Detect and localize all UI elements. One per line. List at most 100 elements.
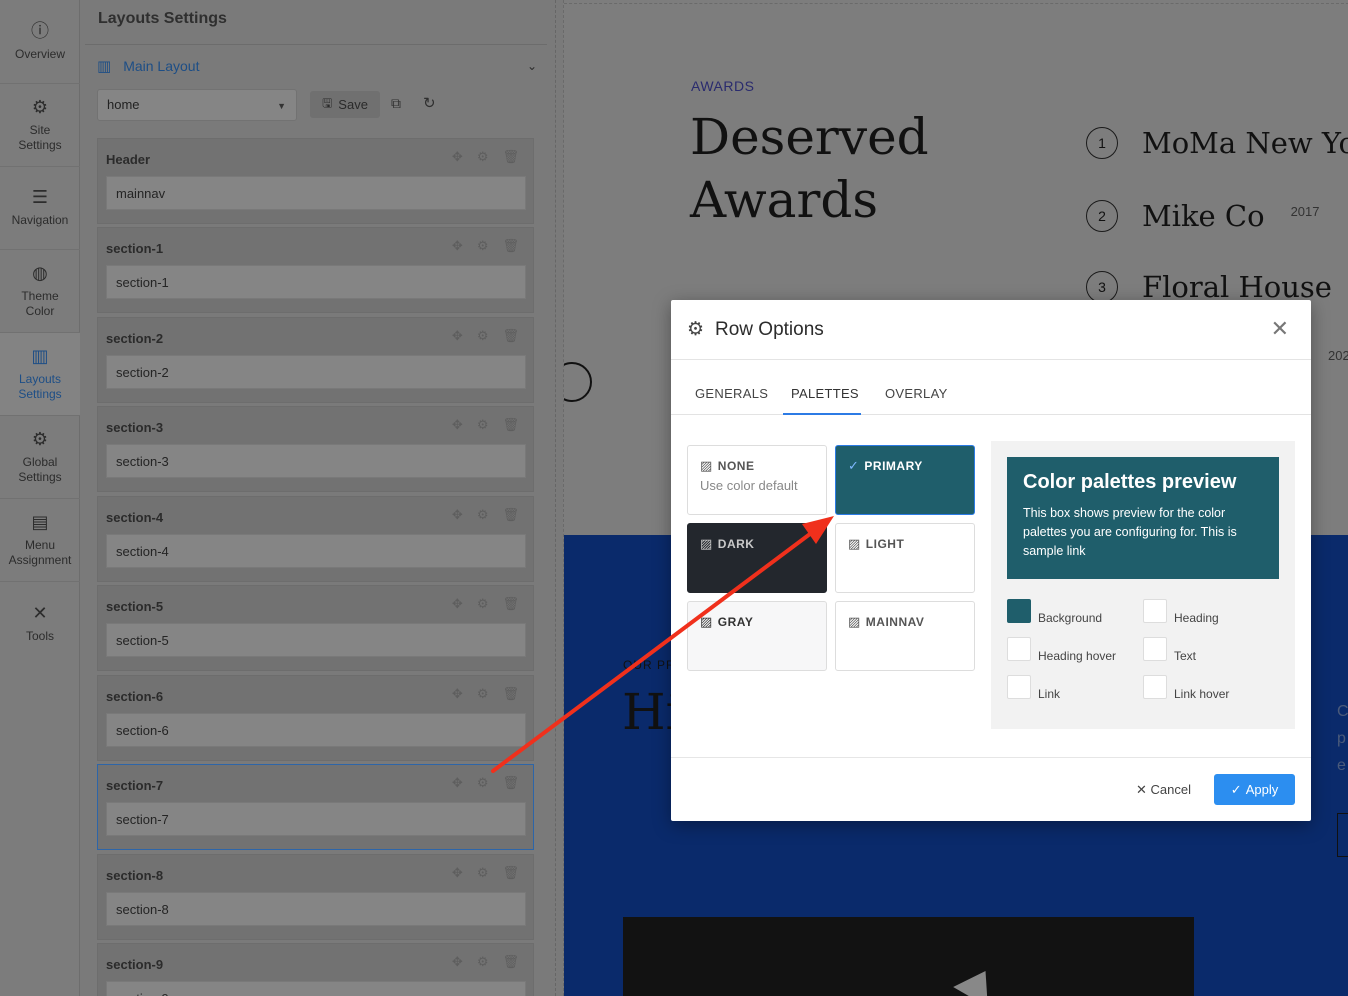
layout-select[interactable]: home ▼ [97, 89, 297, 121]
palette-option-mainnav[interactable]: ▨ MAINNAV [835, 601, 975, 671]
layout-section[interactable]: section-6 ✥ ⚙ 🗑 section-6 [97, 675, 534, 761]
gear-icon[interactable]: ⚙ [477, 328, 489, 344]
layout-section[interactable]: section-4 ✥ ⚙ 🗑 section-4 [97, 496, 534, 582]
move-icon[interactable]: ✥ [452, 417, 463, 433]
swatch-link-hover[interactable]: Link hover [1143, 675, 1229, 701]
move-icon[interactable]: ✥ [452, 238, 463, 254]
section-row-content[interactable]: section-2 [106, 355, 526, 389]
gear-icon[interactable]: ⚙ [477, 149, 489, 165]
outline-button[interactable] [1337, 813, 1348, 857]
section-row-content[interactable]: section-7 [106, 802, 526, 836]
color-swatch[interactable] [1143, 675, 1167, 699]
sidebar-item-global-settings[interactable]: ⚙ Global Settings [0, 416, 80, 499]
move-icon[interactable]: ✥ [452, 865, 463, 881]
swatch-link[interactable]: Link [1007, 675, 1061, 701]
cancel-button-label: Cancel [1150, 782, 1191, 797]
swatch-text[interactable]: Text [1143, 637, 1196, 663]
gear-icon[interactable]: ⚙ [477, 954, 489, 970]
move-icon[interactable]: ✥ [452, 328, 463, 344]
color-swatch[interactable] [1143, 599, 1167, 623]
close-icon[interactable]: ✕ [1271, 318, 1289, 340]
sidebar-item-navigation[interactable]: ☰ Navigation [0, 167, 80, 250]
layout-section[interactable]: section-8 ✥ ⚙ 🗑 section-8 [97, 854, 534, 940]
sidebar-item-layouts-settings[interactable]: ▥ Layouts Settings [0, 333, 80, 416]
gear-icon[interactable]: ⚙ [477, 686, 489, 702]
tab-generals[interactable]: GENERALS [695, 386, 768, 401]
trash-icon[interactable]: 🗑 [502, 417, 519, 433]
sidebar-item-overview[interactable]: ⓘ Overview [0, 0, 80, 84]
section-row-content[interactable]: section-3 [106, 444, 526, 478]
preview-heading: Color palettes preview [1023, 471, 1237, 493]
divider [564, 3, 1348, 4]
swatch-heading[interactable]: Heading [1143, 599, 1219, 625]
trash-icon[interactable]: 🗑 [502, 596, 519, 612]
trash-icon[interactable]: 🗑 [502, 328, 519, 344]
layout-section[interactable]: section-3 ✥ ⚙ 🗑 section-3 [97, 406, 534, 492]
section-row-content[interactable]: section-4 [106, 534, 526, 568]
sidebar-item-menu-assignment[interactable]: ▤ Menu Assignment [0, 499, 80, 582]
gear-icon[interactable]: ⚙ [477, 507, 489, 523]
trash-icon[interactable]: 🗑 [502, 775, 519, 791]
trash-icon[interactable]: 🗑 [502, 507, 519, 523]
gear-icon[interactable]: ⚙ [477, 417, 489, 433]
color-swatch[interactable] [1007, 599, 1031, 623]
tab-palettes[interactable]: PALETTES [791, 386, 859, 401]
layout-section-selected[interactable]: section-7 ✥ ⚙ 🗑 section-7 [97, 764, 534, 850]
section-body-text: C p e [1337, 698, 1348, 779]
layout-accordion-header[interactable]: ▥ Main Layout ⌄ [97, 56, 537, 76]
move-icon[interactable]: ✥ [452, 507, 463, 523]
color-swatch[interactable] [1007, 675, 1031, 699]
sidebar-item-label: Navigation [11, 213, 69, 227]
section-image [623, 917, 1194, 996]
trash-icon[interactable]: 🗑 [502, 149, 519, 165]
gear-icon[interactable]: ⚙ [477, 596, 489, 612]
palette-option-dark[interactable]: ▨ DARK [687, 523, 827, 593]
palette-name: LIGHT [865, 537, 905, 551]
palette-description: Use color default [700, 478, 798, 493]
palette-option-primary[interactable]: ✓ PRIMARY [835, 445, 975, 515]
gear-icon[interactable]: ⚙ [477, 865, 489, 881]
awards-heading: Deserved Awards [690, 106, 990, 232]
gear-icon[interactable]: ⚙ [477, 775, 489, 791]
copy-icon[interactable]: ⧉ [391, 95, 401, 112]
layout-section[interactable]: section-2 ✥ ⚙ 🗑 section-2 [97, 317, 534, 403]
section-row-content[interactable]: section-9 [106, 981, 526, 996]
trash-icon[interactable]: 🗑 [502, 686, 519, 702]
layout-section-header[interactable]: Header ✥ ⚙ 🗑 mainnav [97, 138, 534, 224]
move-icon[interactable]: ✥ [452, 149, 463, 165]
trash-icon[interactable]: 🗑 [502, 865, 519, 881]
apply-button[interactable]: ✓ Apply [1214, 774, 1295, 805]
save-button[interactable]: 🖫 Save [310, 91, 380, 118]
section-row-content[interactable]: section-8 [106, 892, 526, 926]
trash-icon[interactable]: 🗑 [502, 954, 519, 970]
move-icon[interactable]: ✥ [452, 596, 463, 612]
layout-section[interactable]: section-1 ✥ ⚙ 🗑 section-1 [97, 227, 534, 313]
color-swatch[interactable] [1007, 637, 1031, 661]
move-icon[interactable]: ✥ [452, 775, 463, 791]
tab-overlay[interactable]: OVERLAY [885, 386, 948, 401]
palette-option-none[interactable]: ▨ NONE Use color default [687, 445, 827, 515]
swatch-label: Link [1038, 687, 1061, 701]
section-row-content[interactable]: section-6 [106, 713, 526, 747]
move-icon[interactable]: ✥ [452, 686, 463, 702]
modal-tabs: GENERALS PALETTES OVERLAY [671, 360, 1311, 415]
move-icon[interactable]: ✥ [452, 954, 463, 970]
sidebar-item-site-settings[interactable]: ⚙ Site Settings [0, 84, 80, 167]
section-row-content[interactable]: section-5 [106, 623, 526, 657]
color-swatch[interactable] [1143, 637, 1167, 661]
refresh-icon[interactable]: ↻ [423, 94, 436, 112]
sidebar-item-theme-color[interactable]: ◍ Theme Color [0, 250, 80, 333]
swatch-heading-hover[interactable]: Heading hover [1007, 637, 1116, 663]
layout-section[interactable]: section-5 ✥ ⚙ 🗑 section-5 [97, 585, 534, 671]
layout-section[interactable]: section-9 ✥ ⚙ 🗑 section-9 [97, 943, 534, 996]
cancel-button[interactable]: ✕ Cancel [1136, 782, 1191, 798]
section-row-content[interactable]: mainnav [106, 176, 526, 210]
palette-option-gray[interactable]: ▨ GRAY [687, 601, 827, 671]
section-row-content[interactable]: section-1 [106, 265, 526, 299]
gear-icon[interactable]: ⚙ [477, 238, 489, 254]
trash-icon[interactable]: 🗑 [502, 238, 519, 254]
swatch-background[interactable]: Background [1007, 599, 1102, 625]
palette-option-light[interactable]: ▨ LIGHT [835, 523, 975, 593]
chevron-down-icon[interactable]: ⌄ [527, 59, 537, 73]
sidebar-item-tools[interactable]: ✕ Tools [0, 582, 80, 665]
